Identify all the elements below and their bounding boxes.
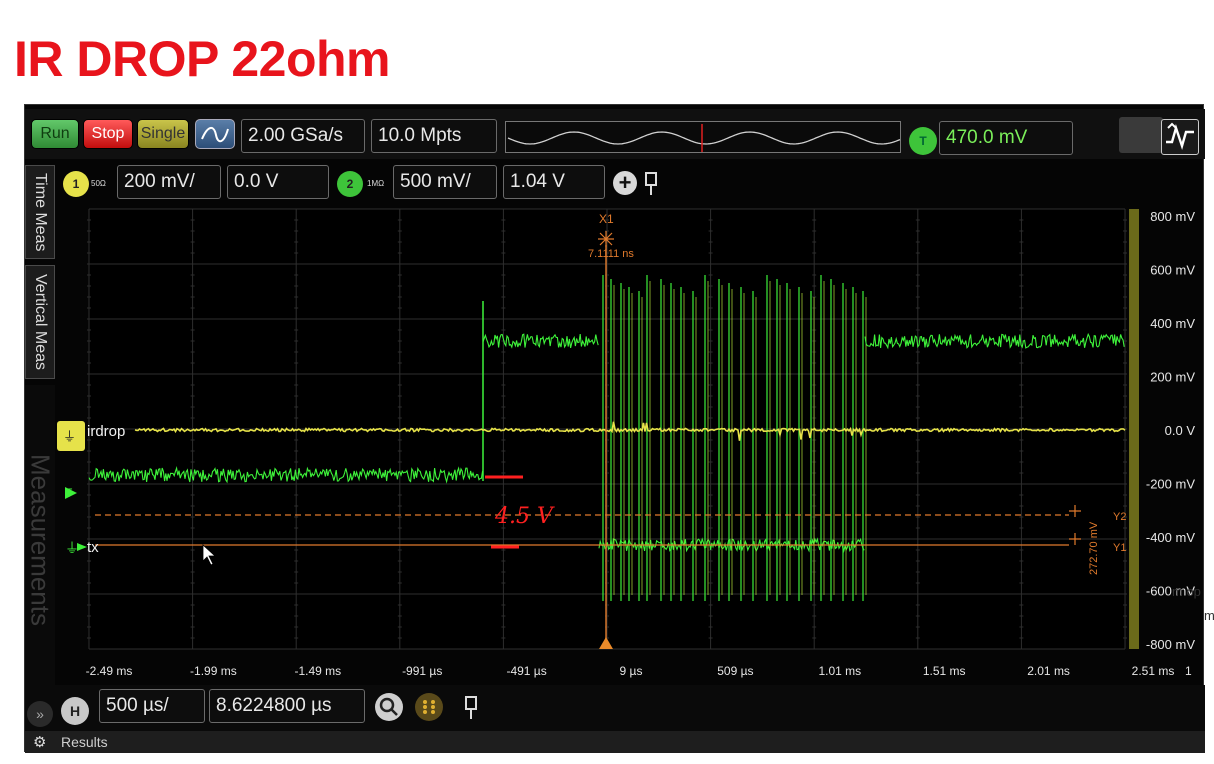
waveform-plot[interactable]: 800 mV 600 mV 400 mV 200 mV 0.0 V -200 mV -400… (25, 105, 1205, 685)
annotation-text: 4.5 V (494, 504, 555, 529)
expand-panel-button[interactable]: » (27, 701, 53, 727)
x-tick-label: 2.51 ms (1132, 664, 1175, 678)
y-tick-label: 0.0 V (1165, 423, 1196, 438)
x-axis-ticks: -2.49 ms -1.99 ms -1.49 ms -991 µs -491 µs 9 … (86, 664, 1175, 678)
y-tick-label: 200 mV (1150, 370, 1195, 385)
svg-text:⏚: ⏚ (63, 430, 76, 445)
navigate-dots-icon (415, 693, 443, 721)
horizontal-badge[interactable]: H (61, 697, 89, 725)
y-tick-label: -800 mV (1146, 637, 1195, 652)
x-tick-label: 2.01 ms (1027, 664, 1070, 678)
side-clipped-text-b: m (1204, 608, 1214, 623)
gear-icon: ⚙ (33, 733, 46, 751)
cursor-delta-label: 272.70 mV (1088, 521, 1100, 575)
results-bar[interactable]: ⚙ Results (25, 731, 1205, 753)
magnifier-icon (375, 693, 403, 721)
ch1-trace-label: irdrop (87, 423, 125, 440)
horizontal-position-field[interactable]: 8.6224800 µs (209, 689, 365, 723)
x-tick-label: 9 µs (620, 664, 643, 678)
cursor-x1-star-icon (598, 231, 614, 247)
zoom-button[interactable] (375, 693, 403, 721)
page: IR DROP 22ohm Run Stop Single 2.00 GSa/s… (0, 0, 1214, 764)
cursor-y1-label: Y1 (1113, 542, 1126, 554)
trigger-marker-t: T (65, 486, 73, 500)
navigate-button[interactable] (415, 693, 443, 721)
side-clipped-text-a: m op (1172, 584, 1201, 599)
ch2-trace-label: tx (87, 539, 99, 556)
x-tick-label: -991 µs (402, 664, 442, 678)
x-tick-label: -2.49 ms (86, 664, 133, 678)
y-tick-label: -200 mV (1146, 477, 1195, 492)
x-tick-label: -491 µs (506, 664, 546, 678)
ch2-ground-marker[interactable]: ⏚ (65, 541, 87, 557)
y-tick-label: 800 mV (1150, 209, 1195, 224)
x-tick-label: -1.99 ms (190, 664, 237, 678)
bottom-pin-button[interactable] (461, 693, 481, 721)
results-label: Results (61, 734, 108, 750)
page-number: 1 (1185, 664, 1192, 678)
y-tick-label: -400 mV (1146, 530, 1195, 545)
y-tick-label: 600 mV (1150, 263, 1195, 278)
pin-icon (461, 693, 481, 721)
chevron-right-icon: » (36, 706, 44, 722)
cursor-y2-label: Y2 (1113, 511, 1126, 523)
cursor-x1-value: 7.1111 ns (588, 248, 634, 260)
x-tick-label: 1.51 ms (923, 664, 966, 678)
x-tick-label: 1.01 ms (818, 664, 861, 678)
channel-scale-bar (1129, 209, 1139, 649)
svg-text:⏚: ⏚ (65, 541, 79, 557)
x-tick-label: -1.49 ms (294, 664, 341, 678)
cursor-x1-label: X1 (599, 212, 614, 226)
ch1-ground-marker[interactable]: ⏚ (57, 421, 85, 451)
horizontal-scale-field[interactable]: 500 µs/ (99, 689, 205, 723)
slide-title: IR DROP 22ohm (14, 30, 390, 88)
x-tick-label: 509 µs (717, 664, 753, 678)
y-tick-label: 400 mV (1150, 316, 1195, 331)
oscilloscope-window: Run Stop Single 2.00 GSa/s 10.0 Mpts T 4… (24, 104, 1204, 752)
